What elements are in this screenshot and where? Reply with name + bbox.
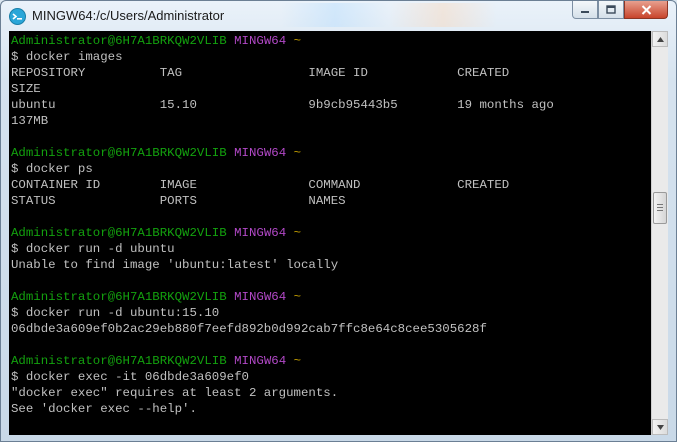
prompt-line: Administrator@6H7A1BRKQW2VLIB MINGW64 ~ xyxy=(11,33,651,49)
terminal-line: $ docker images xyxy=(11,50,123,64)
title-bar[interactable]: MINGW64:/c/Users/Administrator xyxy=(1,1,676,31)
maximize-icon xyxy=(606,5,616,14)
prompt-shell: MINGW64 xyxy=(234,290,287,304)
close-button[interactable] xyxy=(624,1,668,19)
chevron-up-icon xyxy=(656,36,664,42)
terminal-line: $ docker ps xyxy=(11,162,93,176)
caption-buttons xyxy=(572,1,668,21)
terminal-line: CONTAINER ID IMAGE COMMAND CREATED xyxy=(11,178,510,192)
title-bar-glow xyxy=(281,3,551,27)
prompt-shell: MINGW64 xyxy=(234,34,287,48)
prompt-user-host: Administrator@6H7A1BRKQW2VLIB xyxy=(11,354,227,368)
prompt-user-host: Administrator@6H7A1BRKQW2VLIB xyxy=(11,146,227,160)
prompt-line: Administrator@6H7A1BRKQW2VLIB MINGW64 ~ xyxy=(11,289,651,305)
prompt-shell: MINGW64 xyxy=(234,226,287,240)
prompt-cwd: ~ xyxy=(293,34,302,48)
terminal-line: SIZE xyxy=(11,82,41,96)
prompt-cwd: ~ xyxy=(293,146,302,160)
prompt-line: Administrator@6H7A1BRKQW2VLIB MINGW64 ~ xyxy=(11,353,651,369)
prompt-user-host: Administrator@6H7A1BRKQW2VLIB xyxy=(11,290,227,304)
terminal-line: See 'docker exec --help'. xyxy=(11,402,197,416)
terminal-output[interactable]: Administrator@6H7A1BRKQW2VLIB MINGW64 ~ $… xyxy=(9,31,651,435)
prompt-line: Administrator@6H7A1BRKQW2VLIB MINGW64 ~ xyxy=(11,145,651,161)
terminal-line: $ docker run -d ubuntu:15.10 xyxy=(11,306,220,320)
terminal-line: $ docker exec -it 06dbde3a609ef0 xyxy=(11,370,249,384)
close-icon xyxy=(641,4,651,15)
prompt-cwd: ~ xyxy=(293,226,302,240)
prompt-shell: MINGW64 xyxy=(234,146,287,160)
prompt-user-host: Administrator@6H7A1BRKQW2VLIB xyxy=(11,226,227,240)
terminal-line: STATUS PORTS NAMES xyxy=(11,194,346,208)
maximize-button[interactable] xyxy=(598,1,624,19)
scroll-down-button[interactable] xyxy=(652,419,668,435)
window-title: MINGW64:/c/Users/Administrator xyxy=(32,8,225,23)
terminal-line: $ docker run -d ubuntu xyxy=(11,242,175,256)
prompt-user-host: Administrator@6H7A1BRKQW2VLIB xyxy=(11,34,227,48)
chevron-down-icon xyxy=(656,424,664,430)
terminal-line: ubuntu 15.10 9b9cb95443b5 19 months ago xyxy=(11,98,554,112)
prompt-shell: MINGW64 xyxy=(234,354,287,368)
scroll-up-button[interactable] xyxy=(652,31,668,47)
prompt-cwd: ~ xyxy=(293,290,302,304)
terminal-line: Unable to find image 'ubuntu:latest' loc… xyxy=(11,258,339,272)
terminal-line: "docker exec" requires at least 2 argume… xyxy=(11,386,339,400)
vertical-scrollbar[interactable] xyxy=(651,31,668,435)
prompt-line: Administrator@6H7A1BRKQW2VLIB MINGW64 ~ xyxy=(11,225,651,241)
terminal-line: 06dbde3a609ef0b2ac29eb880f7eefd892b0d992… xyxy=(11,322,487,336)
scrollbar-thumb[interactable] xyxy=(653,192,667,224)
minimize-icon xyxy=(581,10,589,13)
prompt-cwd: ~ xyxy=(293,354,302,368)
terminal-window: MINGW64:/c/Users/Administrator Administr… xyxy=(0,0,677,442)
mingw-app-icon[interactable] xyxy=(9,8,26,25)
terminal-lines: Administrator@6H7A1BRKQW2VLIB MINGW64 ~ $… xyxy=(11,33,651,417)
terminal-line: 137MB xyxy=(11,114,49,128)
terminal-line: REPOSITORY TAG IMAGE ID CREATED xyxy=(11,66,510,80)
minimize-button[interactable] xyxy=(572,1,598,19)
